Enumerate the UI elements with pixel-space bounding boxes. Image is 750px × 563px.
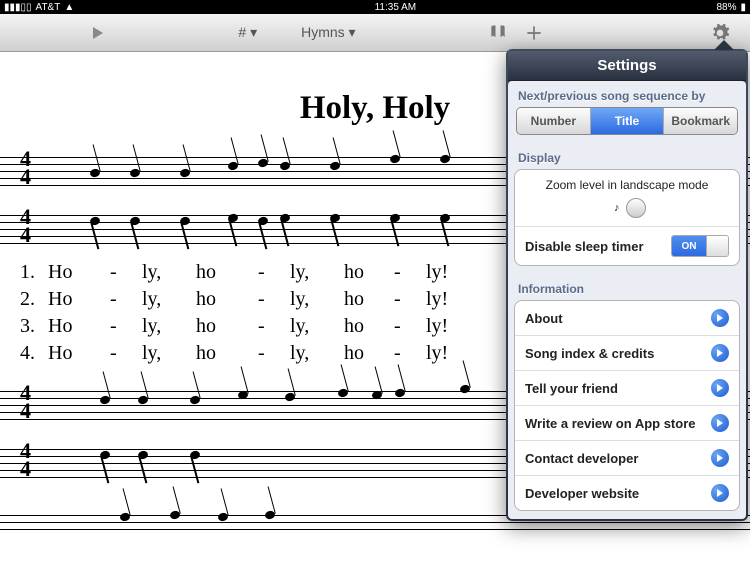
syllable: ho	[344, 342, 394, 365]
info-row[interactable]: About	[515, 301, 739, 336]
zoom-row: Zoom level in landscape mode ♪ ♪	[515, 170, 739, 227]
segment-option-title[interactable]: Title	[591, 108, 665, 134]
syllable: ly,	[142, 342, 196, 365]
sequence-segmented-control: NumberTitleBookmark	[516, 107, 738, 135]
info-row[interactable]: Write a review on App store	[515, 406, 739, 441]
toggle-on-label: ON	[672, 236, 706, 256]
chevron-right-icon	[711, 379, 729, 397]
battery-label: 88%	[716, 2, 736, 13]
time-signature: 44	[20, 384, 31, 420]
status-bar: ▮▮▮▯▯ AT&T ▲ 11:35 AM 88% ▮	[0, 0, 750, 14]
verse-number: 2.	[20, 288, 48, 311]
info-row-label: Contact developer	[525, 451, 638, 466]
info-row-label: Tell your friend	[525, 381, 618, 396]
syllable: Ho	[48, 315, 110, 338]
syllable: -	[258, 261, 290, 284]
music-note-small-icon: ♪	[614, 202, 620, 214]
syllable: ly!	[426, 261, 480, 284]
syllable: Ho	[48, 342, 110, 365]
signal-icon: ▮▮▮▯▯	[4, 2, 32, 13]
sleep-toggle[interactable]: ON	[671, 235, 729, 257]
sleep-label: Disable sleep timer	[525, 239, 644, 254]
syllable: ly!	[426, 288, 480, 311]
wifi-icon: ▲	[64, 2, 74, 13]
info-row[interactable]: Contact developer	[515, 441, 739, 476]
verse-number: 1.	[20, 261, 48, 284]
chevron-right-icon	[711, 344, 729, 362]
syllable: Ho	[48, 288, 110, 311]
syllable: ly,	[142, 315, 196, 338]
segment-option-bookmark[interactable]: Bookmark	[664, 108, 737, 134]
time-signature: 44	[20, 442, 31, 478]
info-row[interactable]: Developer website	[515, 476, 739, 510]
information-section-label: Information	[508, 274, 746, 300]
slider-thumb[interactable]	[626, 198, 646, 218]
info-row-label: Developer website	[525, 486, 639, 501]
syllable: -	[394, 315, 426, 338]
chevron-right-icon	[711, 414, 729, 432]
syllable: -	[394, 288, 426, 311]
syllable: ho	[344, 288, 394, 311]
syllable: ly,	[142, 261, 196, 284]
syllable: ly!	[426, 315, 480, 338]
syllable: ly,	[290, 288, 344, 311]
syllable: ly,	[290, 315, 344, 338]
segment-option-number[interactable]: Number	[517, 108, 591, 134]
syllable: ho	[196, 315, 258, 338]
bookmark-button[interactable]	[480, 19, 516, 47]
syllable: ho	[344, 261, 394, 284]
syllable: -	[258, 342, 290, 365]
number-selector[interactable]: # ▾	[228, 20, 267, 45]
syllable: -	[258, 288, 290, 311]
toolbar: # ▾ Hymns ▾	[0, 14, 750, 52]
sequence-section-label: Next/previous song sequence by	[508, 81, 746, 107]
info-row[interactable]: Song index & credits	[515, 336, 739, 371]
time-signature: 44	[20, 208, 31, 244]
popover-title: Settings	[508, 51, 746, 81]
syllable: -	[110, 342, 142, 365]
verse-number: 3.	[20, 315, 48, 338]
clock-label: 11:35 AM	[375, 2, 417, 13]
syllable: -	[110, 288, 142, 311]
syllable: ho	[196, 342, 258, 365]
verse-number: 4.	[20, 342, 48, 365]
syllable: ho	[196, 288, 258, 311]
chevron-right-icon	[711, 484, 729, 502]
info-row-label: About	[525, 311, 563, 326]
syllable: ho	[196, 261, 258, 284]
syllable: ly,	[290, 261, 344, 284]
syllable: -	[258, 315, 290, 338]
syllable: -	[394, 261, 426, 284]
syllable: ho	[344, 315, 394, 338]
toggle-knob	[706, 236, 728, 256]
add-button[interactable]	[516, 19, 552, 47]
syllable: ly!	[426, 342, 480, 365]
zoom-label: Zoom level in landscape mode	[546, 178, 709, 192]
info-row[interactable]: Tell your friend	[515, 371, 739, 406]
info-row-label: Write a review on App store	[525, 416, 696, 431]
syllable: Ho	[48, 261, 110, 284]
category-selector[interactable]: Hymns ▾	[291, 20, 365, 45]
chevron-right-icon	[711, 449, 729, 467]
battery-icon: ▮	[740, 2, 746, 13]
chevron-right-icon	[711, 309, 729, 327]
syllable: ly,	[290, 342, 344, 365]
syllable: -	[110, 315, 142, 338]
carrier-label: AT&T	[36, 2, 61, 13]
settings-popover: Settings Next/previous song sequence by …	[506, 49, 748, 521]
syllable: -	[110, 261, 142, 284]
display-section-label: Display	[508, 143, 746, 169]
syllable: -	[394, 342, 426, 365]
info-row-label: Song index & credits	[525, 346, 654, 361]
sleep-timer-row: Disable sleep timer ON	[515, 227, 739, 265]
syllable: ly,	[142, 288, 196, 311]
play-button[interactable]	[82, 21, 114, 45]
time-signature: 44	[20, 150, 31, 186]
